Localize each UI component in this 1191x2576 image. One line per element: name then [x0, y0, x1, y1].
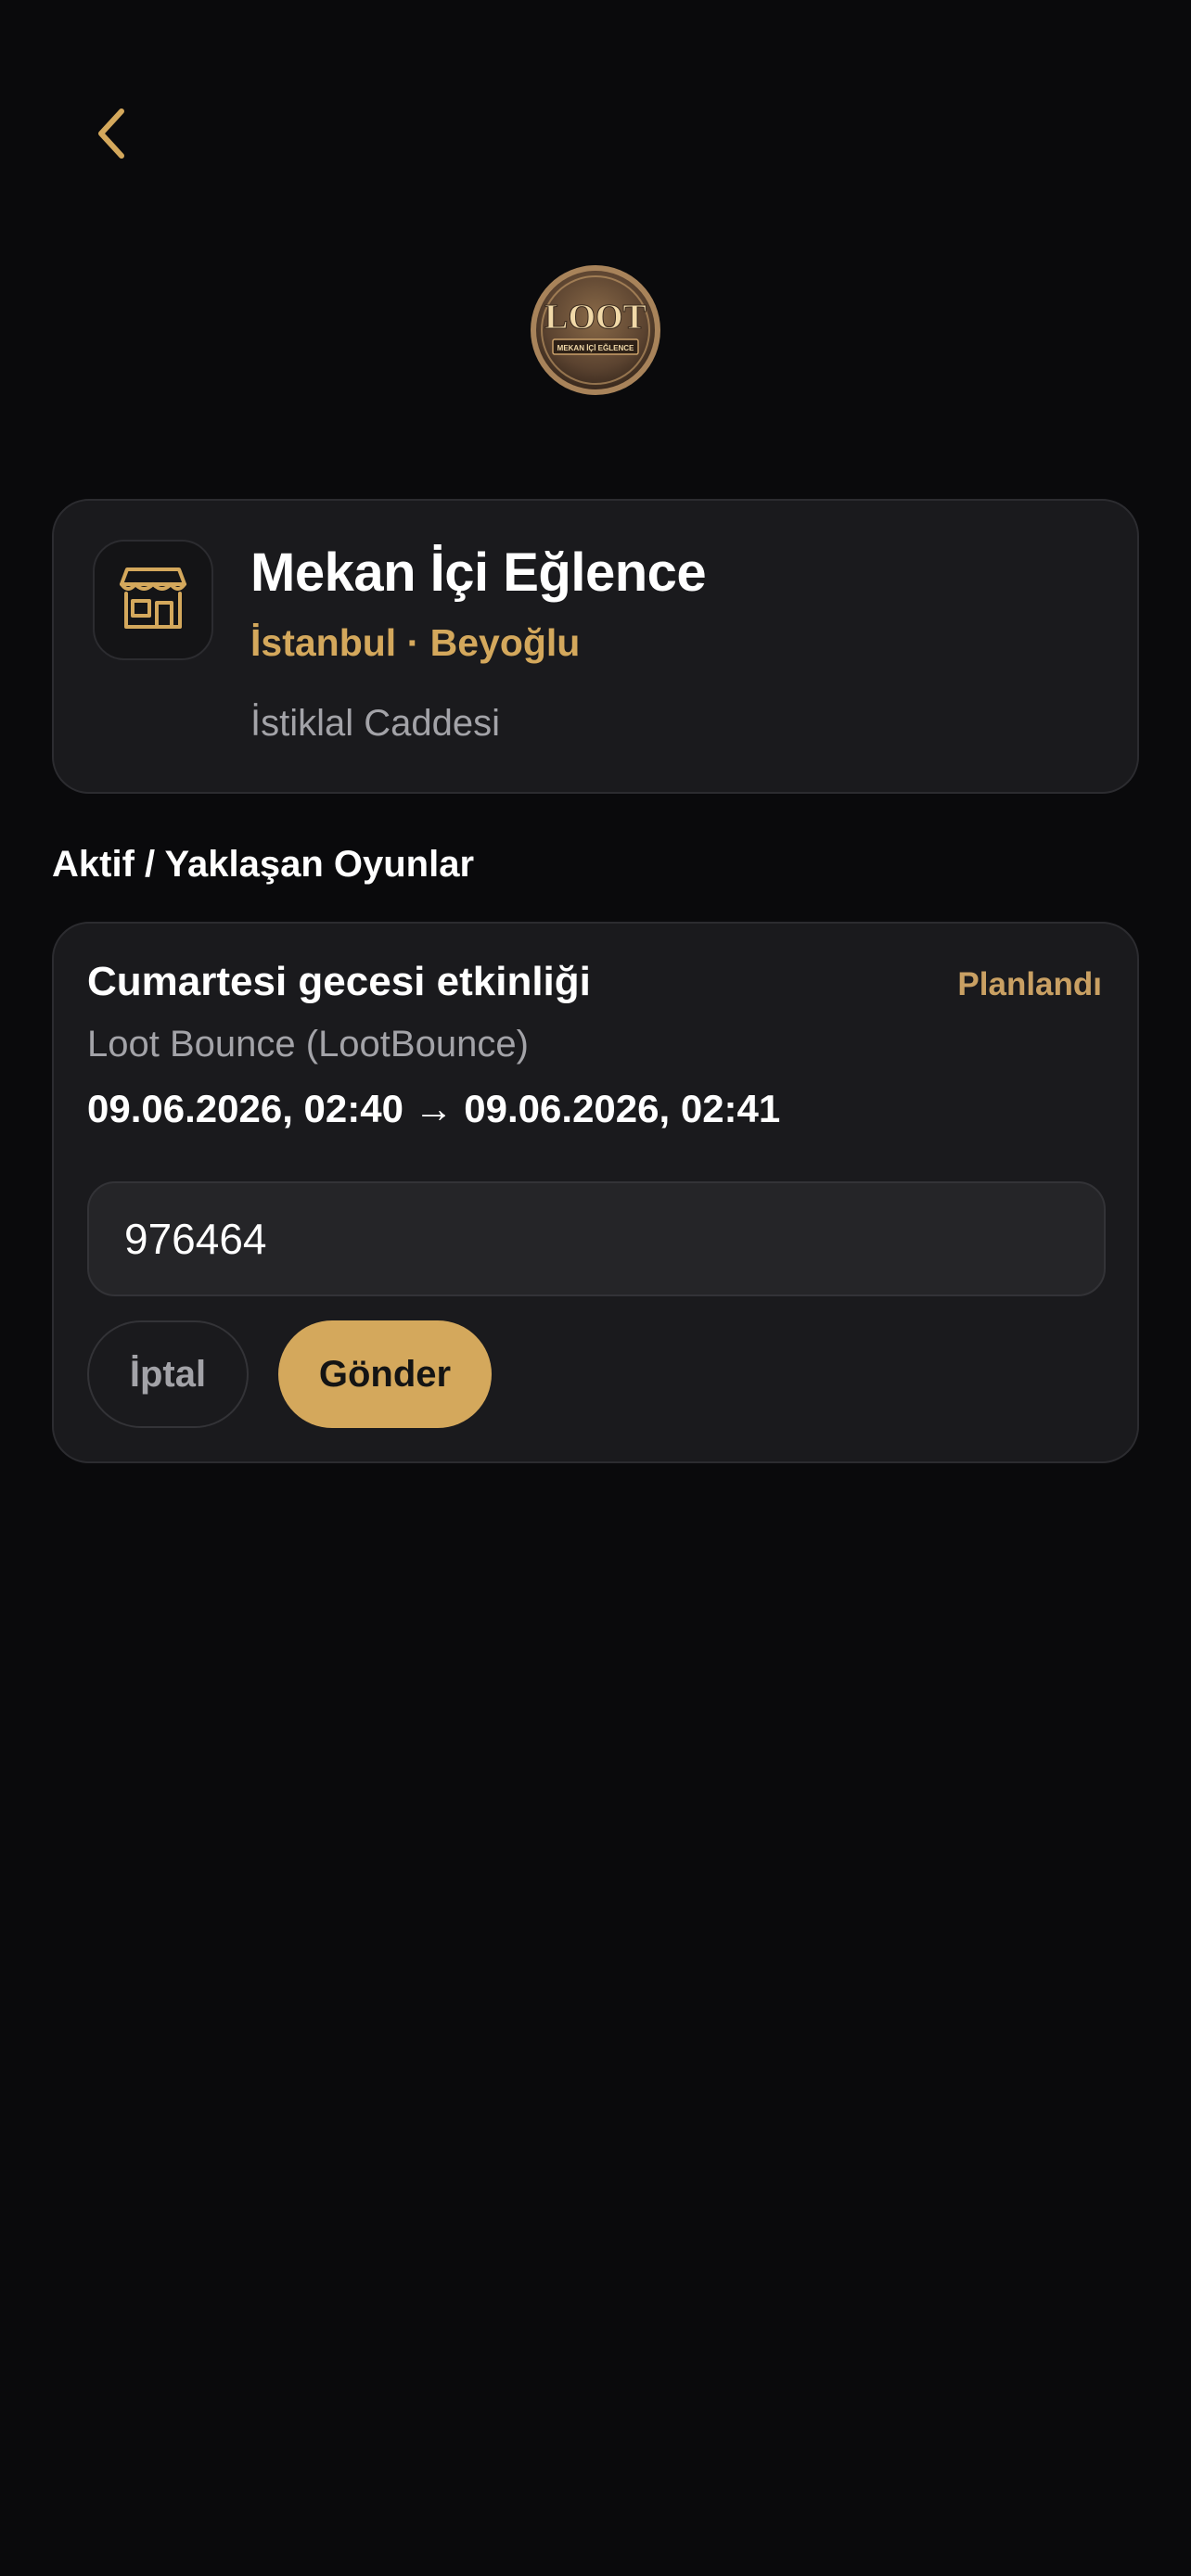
venue-location: İstanbul · Beyoğlu — [250, 621, 581, 664]
game-title: Cumartesi gecesi etkinliği — [87, 959, 591, 1004]
code-input[interactable] — [87, 1181, 1106, 1296]
game-management-screen: LOOT MEKAN İÇİ EĞLENCE Mekan İçi Eğlence — [0, 0, 1191, 2576]
game-card: Cumartesi gecesi etkinliği Planlandı Loo… — [52, 922, 1139, 1463]
game-time-range: 09.06.2026, 02:40 → 09.06.2026, 02:41 — [87, 1087, 781, 1130]
cancel-button[interactable]: İptal — [87, 1320, 249, 1428]
logo-main-text: LOOT — [544, 298, 647, 337]
venue-card: Mekan İçi Eğlence İstanbul · Beyoğlu İst… — [52, 499, 1139, 794]
venue-name: Mekan İçi Eğlence — [250, 542, 707, 603]
chevron-left-icon — [94, 106, 131, 166]
logo-sub-text: MEKAN İÇİ EĞLENCE — [557, 344, 634, 352]
loot-logo: LOOT MEKAN İÇİ EĞLENCE — [529, 263, 662, 397]
section-title: Aktif / Yaklaşan Oyunlar — [52, 844, 475, 885]
venue-icon-box — [93, 540, 213, 660]
send-button[interactable]: Gönder — [278, 1320, 492, 1428]
back-button[interactable] — [80, 98, 145, 172]
store-icon — [118, 566, 188, 635]
venue-street: İstiklal Caddesi — [250, 703, 501, 744]
status-badge: Planlandı — [957, 966, 1102, 1002]
game-subtitle: Loot Bounce (LootBounce) — [87, 1024, 529, 1065]
